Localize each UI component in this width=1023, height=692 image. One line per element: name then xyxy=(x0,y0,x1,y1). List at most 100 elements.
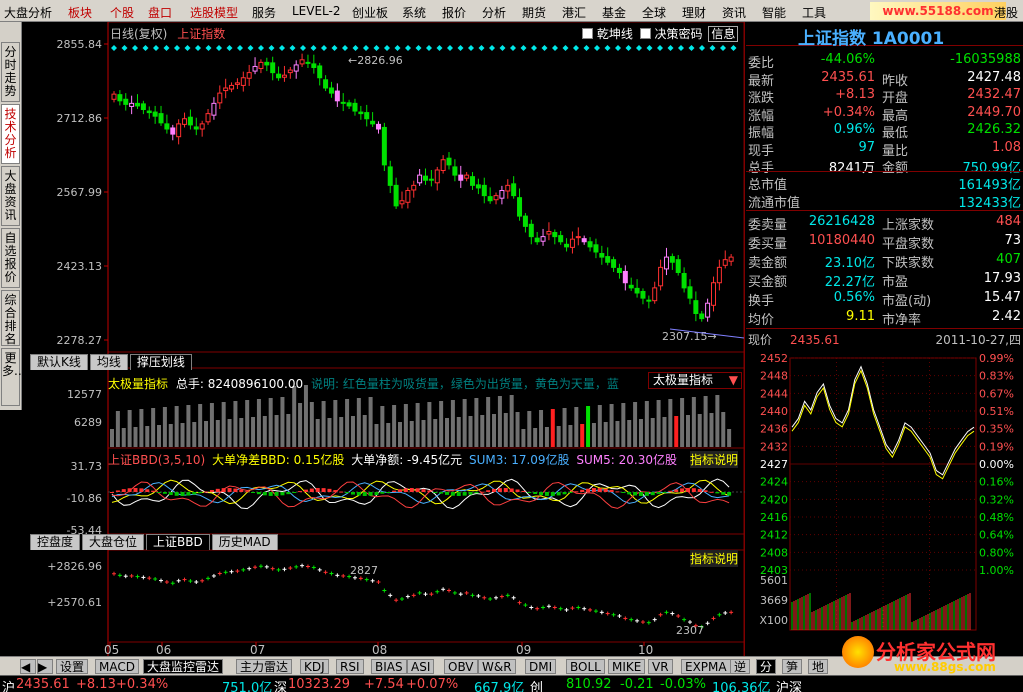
scroll-right-icon[interactable]: ▶ xyxy=(37,659,53,674)
volume-bar xyxy=(321,401,326,447)
bottom-tab-5[interactable]: RSI xyxy=(336,659,364,674)
sub-tab-0[interactable]: 控盘度 xyxy=(30,534,81,550)
bottom-tab-3[interactable]: 主力雷达 xyxy=(236,659,293,674)
kline-y-label-0: 2855.84 xyxy=(57,38,103,51)
bbd-bar xyxy=(392,490,397,492)
menu-item-13[interactable]: 基金 xyxy=(602,4,626,21)
volume-bar xyxy=(492,414,497,447)
side-tab-4[interactable]: 综合排名 xyxy=(1,290,20,346)
kline-tab-2[interactable]: 撑压划线 xyxy=(129,354,192,370)
cy-amount: 106.36亿 xyxy=(712,681,771,692)
volume-bar xyxy=(345,399,350,447)
candle-body xyxy=(687,286,693,299)
signal-diamond xyxy=(216,45,222,51)
bottom-tab-1[interactable]: MACD xyxy=(95,659,139,674)
menu-item-2[interactable]: 个股 xyxy=(110,4,134,21)
chart-area[interactable]: 2855.84 2712.86 2567.99 2423.13 2278.27 ←2826… xyxy=(22,21,745,659)
volume-bar xyxy=(280,397,285,447)
volume-bar xyxy=(562,408,567,447)
right-bottom-tab-1[interactable]: 笋 xyxy=(782,659,803,674)
bottom-tab-4[interactable]: KDJ xyxy=(300,659,329,674)
menu-item-7[interactable]: 创业板 xyxy=(352,4,388,21)
bbd-bar xyxy=(386,492,391,493)
volume-bar xyxy=(204,421,209,447)
menu-item-3[interactable]: 盘口 xyxy=(148,4,172,21)
intraday-left-label-11: 2408 xyxy=(760,546,788,559)
menu-item-16[interactable]: 资讯 xyxy=(722,4,746,21)
menu-item-11[interactable]: 期货 xyxy=(522,4,546,21)
bottom-tab-2[interactable]: 大盘监控雷达 xyxy=(143,659,224,674)
menu-item-17[interactable]: 智能 xyxy=(762,4,786,21)
volume-bar xyxy=(233,401,238,447)
side-tab-5[interactable]: 更多... xyxy=(1,348,25,406)
bottom-tab-13[interactable]: VR xyxy=(648,659,673,674)
volume-bar xyxy=(309,402,314,447)
juece-label[interactable]: 决策密码 xyxy=(655,27,703,41)
bottom-tab-14[interactable]: EXPMA xyxy=(681,659,731,674)
intraday-right-label-0: 0.99% xyxy=(979,352,1014,365)
kline-tab-0[interactable]: 默认K线 xyxy=(30,354,88,370)
quote2-value1: 23.10亿 xyxy=(824,256,875,271)
signal-diamond xyxy=(583,45,590,51)
volume-indicator-select[interactable]: 太极量指标 ▼ xyxy=(648,372,742,389)
menu-item-4[interactable]: 选股模型 xyxy=(190,4,238,21)
volume-bar xyxy=(427,402,432,447)
bottom-tab-12[interactable]: MIKE xyxy=(608,659,646,674)
bbd-bar xyxy=(268,492,273,496)
volume-bar xyxy=(462,399,467,447)
qiankun-checkbox[interactable] xyxy=(582,28,593,39)
sh-pct: +0.34% xyxy=(116,677,169,692)
site-logo[interactable]: www.55188.com xyxy=(870,2,1006,20)
bottom-tab-9[interactable]: W&R xyxy=(478,659,516,674)
intraday-right-label-8: 0.32% xyxy=(979,493,1014,506)
bottom-tab-15[interactable]: 逆 xyxy=(730,659,751,674)
candle-body xyxy=(340,101,346,104)
menu-item-hk[interactable]: 港股 xyxy=(994,4,1018,21)
kline-tab-1[interactable]: 均线 xyxy=(89,354,128,370)
sub-tab-3[interactable]: 历史MAD xyxy=(211,534,278,550)
menu-item-1[interactable]: 板块 xyxy=(68,4,92,21)
menu-item-0[interactable]: 大盘分析 xyxy=(4,4,52,21)
intraday-left-label-10: 2412 xyxy=(760,529,788,542)
bottom-tab-11[interactable]: BOLL xyxy=(566,659,605,674)
juece-checkbox[interactable] xyxy=(639,28,651,39)
info-button[interactable]: 信息 xyxy=(708,26,739,42)
cy-label: 创 xyxy=(530,681,544,692)
bottom-tab-0[interactable]: 设置 xyxy=(56,659,89,674)
side-tab-0[interactable]: 分时走势 xyxy=(1,42,20,102)
candle-body xyxy=(487,196,493,202)
menu-item-6[interactable]: LEVEL-2 xyxy=(292,4,341,18)
candle-body xyxy=(558,235,564,243)
bottom-tab-6[interactable]: BIAS xyxy=(371,659,407,674)
menu-item-15[interactable]: 理财 xyxy=(682,4,706,21)
qiankun-label[interactable]: 乾坤线 xyxy=(597,27,633,41)
menu-item-12[interactable]: 港汇 xyxy=(562,4,586,21)
bottom-tab-10[interactable]: DMI xyxy=(525,659,557,674)
menu-item-8[interactable]: 系统 xyxy=(402,4,426,21)
volume-bar xyxy=(539,410,544,447)
bbd-bar xyxy=(350,492,355,495)
menu-item-5[interactable]: 服务 xyxy=(252,4,276,21)
volume-bar xyxy=(486,397,491,447)
right-bottom-tab-0[interactable]: 分 xyxy=(756,659,777,674)
bottom-tab-7[interactable]: ASI xyxy=(407,659,435,674)
sub-tab-2[interactable]: 上证BBD xyxy=(146,534,210,550)
bottom-explain-link[interactable]: 指标说明 xyxy=(690,550,739,567)
menu-item-18[interactable]: 工具 xyxy=(802,4,826,21)
signal-diamond xyxy=(321,45,327,51)
sub-tab-1[interactable]: 大盘仓位 xyxy=(82,534,145,550)
right-bottom-tab-2[interactable]: 地 xyxy=(808,659,829,674)
volume-bar xyxy=(715,395,720,447)
menu-item-14[interactable]: 全球 xyxy=(642,4,666,21)
bbd-explain-link[interactable]: 指标说明 xyxy=(690,451,739,468)
menu-item-10[interactable]: 分析 xyxy=(482,4,506,21)
menu-item-9[interactable]: 报价 xyxy=(442,4,466,21)
side-tab-3[interactable]: 自选报价 xyxy=(1,228,20,288)
bottom-tab-8[interactable]: OBV xyxy=(444,659,478,674)
volume-bar xyxy=(650,418,655,447)
scroll-left-icon[interactable]: ◀ xyxy=(20,659,36,674)
side-tab-2[interactable]: 大盘资讯 xyxy=(1,166,20,226)
chart-canvas[interactable]: 2855.84 2712.86 2567.99 2423.13 2278.27 ←2826… xyxy=(22,21,745,659)
intraday-chart[interactable]: 现价 2435.61 2011-10-27,四 2452 0.99% 2448 0.83% 2… xyxy=(746,330,1023,658)
side-tab-1[interactable]: 技术分析 xyxy=(1,104,20,164)
